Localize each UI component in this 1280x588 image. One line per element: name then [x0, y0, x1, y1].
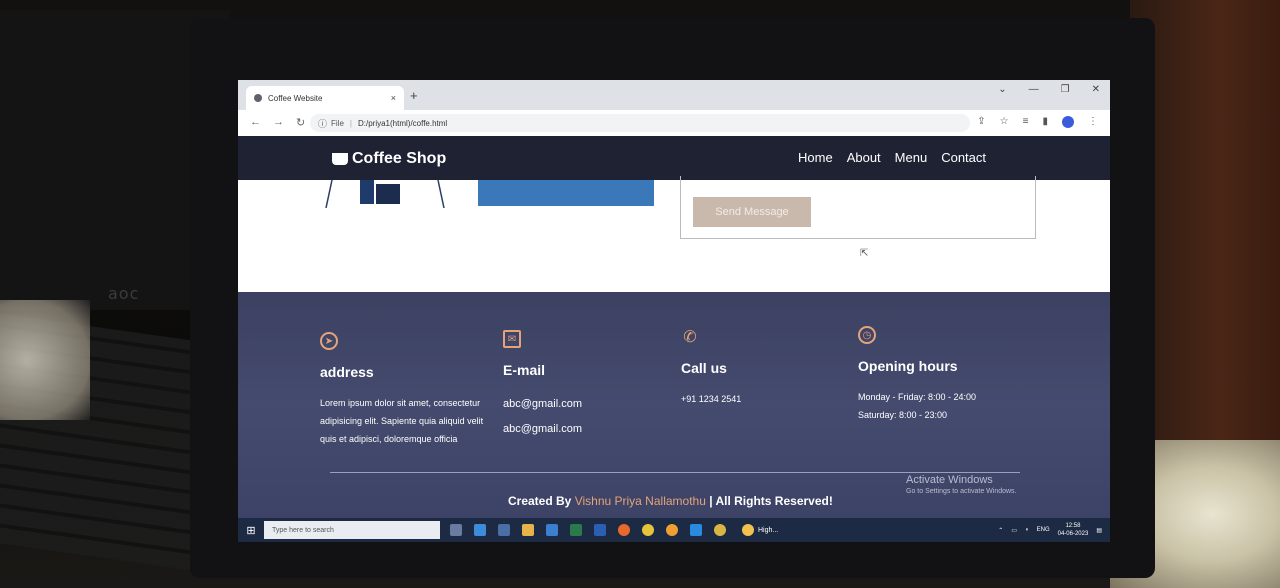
activate-windows-watermark: Activate Windows Go to Settings to activ… — [906, 474, 1017, 495]
nav-menu[interactable]: Menu — [895, 150, 928, 165]
hours-saturday: Saturday: 8:00 - 23:00 — [858, 410, 948, 420]
clock-icon: ◷ — [858, 326, 876, 344]
chrome-icon[interactable] — [642, 524, 654, 536]
toolbar-icons: ⇪ ☆ ≡ ▮ ⋮ — [977, 116, 1098, 128]
monitor-brand-logo: aoc — [108, 284, 140, 303]
firefox-icon[interactable] — [618, 524, 630, 536]
battery-icon[interactable]: ▭ — [1011, 527, 1017, 534]
email-address-1[interactable]: abc@gmail.com — [503, 392, 653, 417]
contact-illustration — [325, 180, 445, 208]
chevron-down-icon[interactable]: ⌄ — [998, 84, 1006, 95]
credit-suffix: | All Rights Reserved! — [705, 494, 833, 508]
sun-icon — [742, 524, 754, 536]
chrome-active-icon[interactable] — [714, 524, 726, 536]
star-icon[interactable]: ☆ — [1000, 116, 1009, 128]
sidebar-icon[interactable]: ▮ — [1042, 116, 1048, 128]
taskbar-app-icons — [450, 524, 726, 536]
background-cloth-left — [0, 300, 90, 420]
site-nav: Home About Menu Contact — [798, 150, 986, 165]
profile-avatar[interactable] — [1062, 116, 1074, 128]
globe-icon — [254, 94, 262, 102]
site-header: Coffee Shop Home About Menu Contact — [238, 136, 1110, 180]
call-title: Call us — [681, 360, 727, 376]
site-footer: ➤ address Lorem ipsum dolor sit amet, co… — [238, 292, 1110, 518]
taskbar-search-input[interactable]: Type here to search — [264, 521, 440, 539]
location-arrow-icon: ➤ — [320, 332, 338, 350]
contact-map-block — [478, 180, 654, 206]
url-separator: | — [349, 118, 352, 128]
windows-start-icon[interactable]: ⊞ — [238, 524, 264, 537]
clock-time: 12:58 — [1065, 523, 1081, 529]
excel-icon[interactable] — [570, 524, 582, 536]
notification-icon[interactable]: ▤ — [1096, 527, 1102, 534]
footer-hours: ◷ Opening hours Monday - Friday: 8:00 - … — [858, 326, 1058, 424]
coffee-cup-icon — [332, 153, 348, 165]
address-title: address — [320, 364, 374, 380]
store-icon[interactable] — [498, 524, 510, 536]
send-message-button[interactable]: Send Message — [693, 197, 811, 227]
address-text: Lorem ipsum dolor sit amet, consectetur … — [320, 398, 484, 444]
task-view-icon[interactable] — [450, 524, 462, 536]
mouse-cursor-icon: ⇱ — [860, 248, 869, 259]
weather-text: High... — [758, 526, 779, 534]
language-indicator[interactable]: ENG — [1037, 527, 1050, 533]
clock-date: 04-06-2023 — [1057, 531, 1089, 537]
url-input[interactable]: ⓘ File | D:/priya1(html)/coffe.html — [310, 114, 970, 132]
browser-tab[interactable]: Coffee Website × — [246, 86, 404, 110]
activate-title: Activate Windows — [906, 474, 993, 486]
laptop-screen: Coffee Website × + ⌄ — ❐ ✕ ← → ↻ ⓘ File … — [238, 80, 1110, 542]
chrome-canary-icon[interactable] — [666, 524, 678, 536]
reload-icon[interactable]: ↻ — [296, 116, 305, 129]
call-number[interactable]: +91 1234 2541 — [681, 390, 831, 408]
word-icon[interactable] — [594, 524, 606, 536]
footer-address: ➤ address Lorem ipsum dolor sit amet, co… — [320, 332, 490, 448]
credit-prefix: Created By — [508, 494, 575, 508]
url-text: D:/priya1(html)/coffe.html — [357, 118, 448, 128]
menu-dots-icon[interactable]: ⋮ — [1088, 116, 1098, 128]
taskbar-clock[interactable]: 12:58 04-06-2023 — [1058, 522, 1089, 538]
restore-icon[interactable]: ❐ — [1061, 84, 1070, 95]
footer-email: ✉ E-mail abc@gmail.com abc@gmail.com — [503, 330, 653, 442]
credit-name: Vishnu Priya Nallamothu — [574, 494, 706, 508]
footer-credit: Created By Vishnu Priya Nallamothu | All… — [508, 494, 833, 508]
file-explorer-icon[interactable] — [522, 524, 534, 536]
tab-title: Coffee Website — [268, 93, 323, 103]
email-title: E-mail — [503, 362, 546, 378]
footer-call: ✆ Call us +91 1234 2541 — [681, 328, 831, 408]
nav-contact[interactable]: Contact — [941, 150, 986, 165]
hours-weekday: Monday - Friday: 8:00 - 24:00 — [858, 392, 977, 402]
browser-tab-bar: Coffee Website × + ⌄ — ❐ ✕ — [238, 80, 1110, 110]
footer-divider — [330, 472, 1020, 473]
address-bar: ← → ↻ ⓘ File | D:/priya1(html)/coffe.htm… — [238, 110, 1110, 137]
url-scheme: File — [331, 118, 344, 128]
phone-icon: ✆ — [683, 329, 697, 346]
forward-icon[interactable]: → — [273, 116, 284, 129]
site-logo[interactable]: Coffee Shop — [332, 150, 446, 168]
volume-icon[interactable]: ◖ — [1025, 527, 1029, 533]
window-controls: ⌄ — ❐ ✕ — [998, 84, 1100, 95]
windows-taskbar: ⊞ Type here to search High... ⌃ ▭ ◖ ENG — [238, 518, 1110, 542]
back-icon[interactable]: ← — [250, 116, 261, 129]
mail-icon[interactable] — [546, 524, 558, 536]
reading-list-icon[interactable]: ≡ — [1023, 116, 1029, 128]
envelope-icon: ✉ — [503, 330, 521, 348]
vscode-icon[interactable] — [690, 524, 702, 536]
edge-icon[interactable] — [474, 524, 486, 536]
info-icon[interactable]: ⓘ — [318, 117, 327, 130]
weather-widget[interactable]: High... — [742, 524, 778, 536]
nav-about[interactable]: About — [847, 150, 881, 165]
system-tray: ⌃ ▭ ◖ ENG 12:58 04-06-2023 ▤ — [998, 522, 1102, 538]
hours-title: Opening hours — [858, 358, 958, 374]
email-address-2[interactable]: abc@gmail.com — [503, 417, 653, 442]
activate-subtitle: Go to Settings to activate Windows. — [906, 488, 1017, 495]
brand-name: Coffee Shop — [352, 150, 447, 167]
close-tab-icon[interactable]: × — [391, 93, 396, 103]
nav-home[interactable]: Home — [798, 150, 833, 165]
tray-chevron-icon[interactable]: ⌃ — [998, 527, 1003, 534]
share-icon[interactable]: ⇪ — [977, 116, 985, 128]
minimize-icon[interactable]: — — [1029, 84, 1039, 95]
new-tab-button[interactable]: + — [410, 88, 418, 103]
close-window-icon[interactable]: ✕ — [1092, 84, 1100, 95]
nav-buttons: ← → ↻ — [250, 116, 305, 129]
